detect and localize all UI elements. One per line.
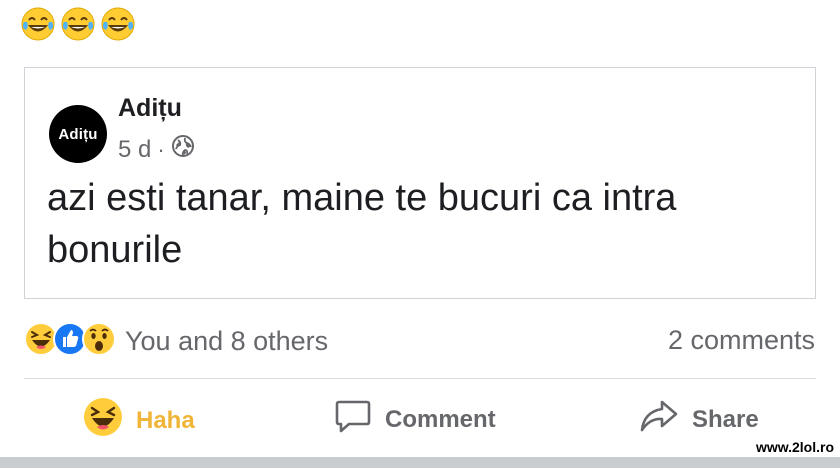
meta-separator: · (157, 136, 165, 162)
author-name[interactable]: Adițu (118, 94, 182, 123)
globe-icon (171, 134, 195, 165)
haha-button[interactable]: Haha (82, 396, 195, 445)
post-text: azi esti tanar, maine te bucuri ca intra… (47, 177, 677, 271)
comment-button[interactable]: Comment (333, 396, 496, 443)
comment-label: Comment (385, 405, 496, 433)
avatar-logo-text: Adițu (58, 125, 98, 143)
reactions-text[interactable]: You and 8 others (125, 326, 328, 357)
shared-post-card[interactable]: Adițu Adițu 5 d · azi esti tanar, maine … (24, 67, 816, 299)
share-icon (638, 396, 680, 443)
share-label: Share (692, 405, 759, 433)
bottom-bar (0, 457, 840, 468)
actions-divider (24, 378, 816, 379)
laughing-tears-icon (100, 6, 136, 47)
laughing-tears-icon (20, 6, 56, 47)
haha-label: Haha (136, 406, 195, 434)
reactions-summary[interactable]: You and 8 others (24, 322, 328, 361)
watermark: www.2lol.ro (755, 439, 834, 455)
top-emoji-row (20, 6, 136, 47)
comment-icon (333, 396, 373, 443)
share-button[interactable]: Share (638, 396, 759, 443)
post-time[interactable]: 5 d (118, 136, 151, 164)
wow-reaction-icon (82, 322, 116, 361)
post-meta: 5 d · (118, 134, 195, 165)
haha-icon (82, 396, 124, 445)
author-avatar[interactable]: Adițu (49, 105, 107, 163)
comments-count[interactable]: 2 comments (668, 325, 815, 356)
laughing-tears-icon (60, 6, 96, 47)
